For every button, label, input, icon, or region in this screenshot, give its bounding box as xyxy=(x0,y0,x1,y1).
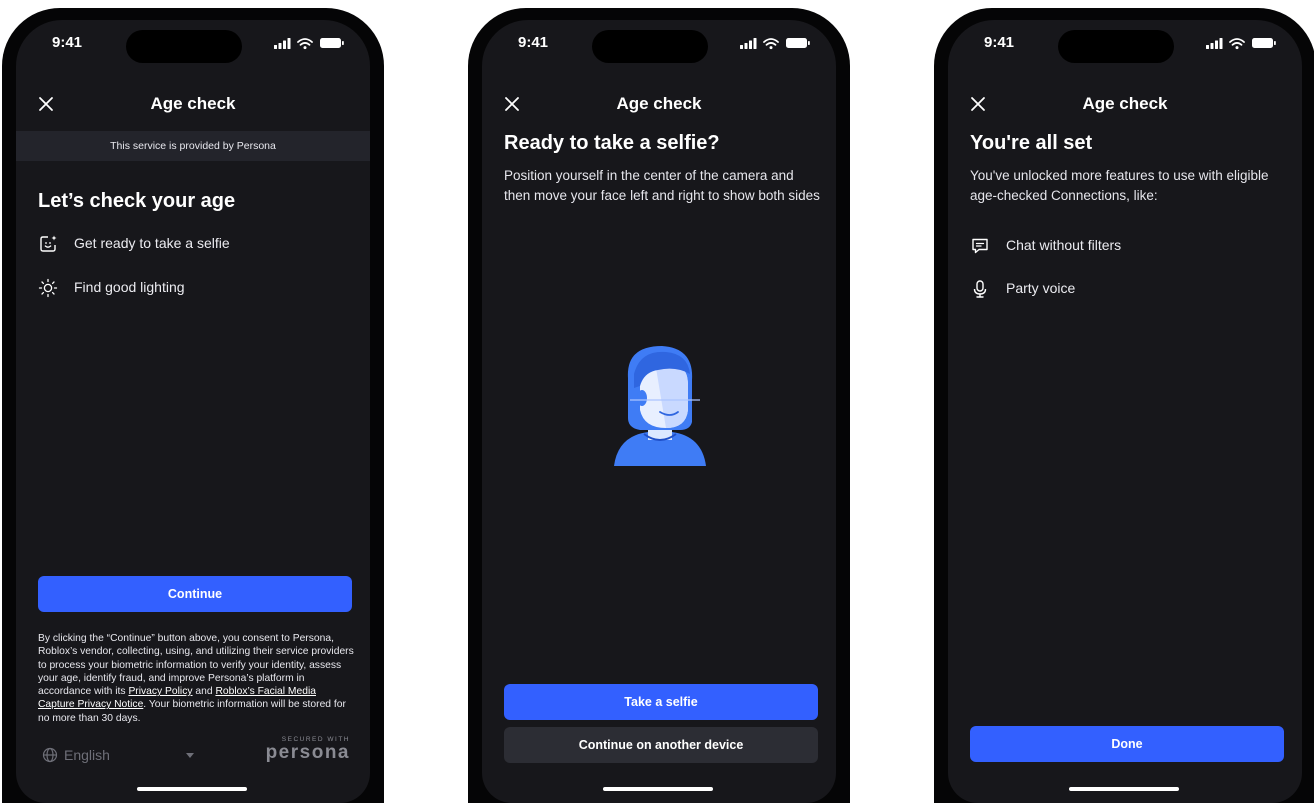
screen-selfie: 9:41 Age check Ready to take a selfie? P… xyxy=(482,20,836,803)
consent-text-part: and xyxy=(192,686,216,698)
consent-text: By clicking the “Continue” button above,… xyxy=(38,632,354,725)
status-bar: 9:41 xyxy=(482,20,836,72)
list-item-lighting: Find good lighting xyxy=(38,276,352,300)
sun-icon xyxy=(38,278,58,298)
globe-icon xyxy=(42,747,58,763)
language-label: English xyxy=(64,747,110,763)
status-time: 9:41 xyxy=(52,34,83,51)
wifi-icon xyxy=(297,38,313,46)
selfie-sparkle-icon xyxy=(40,235,57,252)
battery-icon xyxy=(1252,38,1276,48)
chat-icon xyxy=(972,238,988,254)
continue-button[interactable]: Continue xyxy=(38,576,352,612)
signal-icon xyxy=(1206,38,1223,49)
list-item-selfie: Get ready to take a selfie xyxy=(38,232,352,256)
status-icons xyxy=(1206,38,1276,50)
list-item-label: Find good lighting xyxy=(74,279,185,295)
phone-frame-all-set: 9:41 Age check You're all set You've unl… xyxy=(934,8,1314,803)
home-indicator[interactable] xyxy=(137,787,247,791)
signal-icon xyxy=(274,38,291,49)
phone-frame-selfie: 9:41 Age check Ready to take a selfie? P… xyxy=(468,8,850,803)
signal-icon xyxy=(740,38,757,49)
status-icons xyxy=(740,38,810,50)
persona-badge: SECURED WITH persona xyxy=(266,736,350,763)
wifi-icon xyxy=(763,38,779,46)
microphone-icon xyxy=(973,280,987,298)
status-bar: 9:41 xyxy=(948,20,1302,72)
list-item-label: Get ready to take a selfie xyxy=(74,235,230,251)
screen-age-check-intro: 9:41 Age check This service is provided … xyxy=(16,20,370,803)
dynamic-island xyxy=(1058,30,1174,63)
screen-all-set: 9:41 Age check You're all set You've unl… xyxy=(948,20,1302,803)
phone-frame-age-check-intro: 9:41 Age check This service is provided … xyxy=(2,8,384,803)
dynamic-island xyxy=(592,30,708,63)
language-selector[interactable]: English xyxy=(42,746,202,766)
page-title: Age check xyxy=(150,94,236,113)
battery-icon xyxy=(786,38,810,48)
page-title: Age check xyxy=(616,94,702,113)
unlocked-description: You've unlocked more features to use wit… xyxy=(970,168,1269,203)
status-time: 9:41 xyxy=(518,34,549,51)
done-button[interactable]: Done xyxy=(970,726,1284,762)
feature-label: Chat without filters xyxy=(1006,237,1122,253)
dynamic-island xyxy=(126,30,242,63)
wifi-icon xyxy=(1229,38,1245,46)
privacy-policy-link[interactable]: Privacy Policy xyxy=(128,686,192,697)
screen-heading: You're all set xyxy=(970,132,1093,154)
top-bar: Age check xyxy=(16,84,370,124)
chevron-down-icon xyxy=(186,753,194,758)
home-indicator[interactable] xyxy=(1069,787,1179,791)
selfie-face-illustration xyxy=(614,346,706,466)
status-time: 9:41 xyxy=(984,34,1015,51)
top-bar: Age check xyxy=(482,84,836,124)
screen-heading: Let’s check your age xyxy=(38,190,236,212)
take-selfie-button[interactable]: Take a selfie xyxy=(504,684,818,720)
screen-heading: Ready to take a selfie? xyxy=(504,132,720,154)
battery-icon xyxy=(320,38,344,48)
page-title: Age check xyxy=(1082,94,1168,113)
persona-logo: persona xyxy=(265,742,350,763)
feature-party-voice: Party voice xyxy=(970,277,1284,301)
feature-chat: Chat without filters xyxy=(970,234,1284,258)
home-indicator[interactable] xyxy=(603,787,713,791)
provider-banner: This service is provided by Persona xyxy=(16,131,370,161)
status-bar: 9:41 xyxy=(16,20,370,72)
status-icons xyxy=(274,38,344,50)
feature-label: Party voice xyxy=(1006,280,1076,296)
continue-on-another-device-button[interactable]: Continue on another device xyxy=(504,727,818,763)
top-bar: Age check xyxy=(948,84,1302,124)
instruction-text: Position yourself in the center of the c… xyxy=(504,168,820,203)
